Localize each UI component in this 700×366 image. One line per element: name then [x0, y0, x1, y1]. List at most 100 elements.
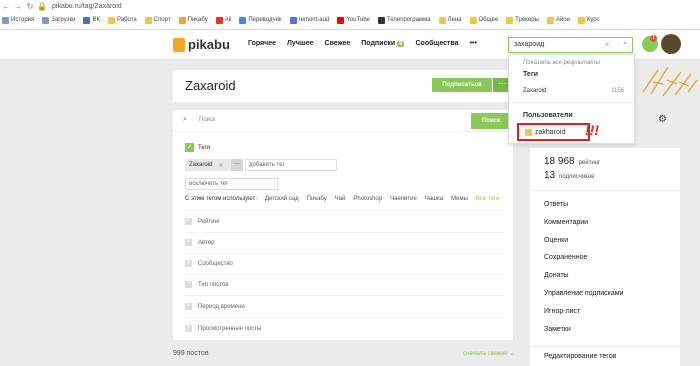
bookmark-icon: [2, 16, 9, 24]
more-menu-button[interactable]: •••: [470, 40, 477, 47]
plus-icon: +: [185, 218, 192, 225]
bookmark-item[interactable]: Переводчик: [239, 16, 282, 24]
filter-rating[interactable]: + Рейтинг: [185, 218, 220, 225]
reload-icon[interactable]: ↻: [24, 2, 36, 11]
filter-search-bar: ⌕ Поиск Поиск: [173, 110, 513, 132]
sort-dropdown[interactable]: сначала свежие ⌄: [463, 350, 514, 357]
related-tag[interactable]: Детский сад: [265, 196, 299, 202]
bookmark-item[interactable]: История: [2, 16, 35, 24]
related-tag[interactable]: Чаепитие: [390, 196, 417, 202]
pikabu-logo-icon: [173, 37, 185, 52]
bookmark-label: Переводчик: [248, 17, 282, 23]
divider: [530, 346, 680, 347]
menu-notes[interactable]: Заметки: [544, 326, 571, 333]
bookmark-item[interactable]: Лена: [438, 16, 462, 24]
filter-viewed[interactable]: + Просмотренные посты: [185, 325, 261, 332]
menu-answers[interactable]: Ответы: [544, 201, 568, 208]
pikabu-logo[interactable]: pikabu: [173, 37, 230, 52]
search-icon[interactable]: ⌕: [623, 40, 627, 48]
bookmark-label: Спорт: [153, 17, 171, 23]
related-tag[interactable]: Мемы: [451, 196, 468, 202]
gear-icon[interactable]: ⚙: [658, 114, 667, 125]
search-value: захароид: [514, 41, 545, 48]
tag-result[interactable]: Zaxaroid: [523, 88, 546, 94]
bookmark-item[interactable]: Айон: [546, 16, 570, 24]
bookmark-label: История: [11, 17, 35, 23]
bookmark-item[interactable]: YouTube: [337, 16, 370, 24]
menu-manage-subscriptions[interactable]: Управление подписками: [544, 290, 624, 297]
menu-saved[interactable]: Сохраненное: [544, 254, 587, 261]
show-all-results-link[interactable]: Показать все результаты: [523, 60, 600, 66]
all-tags-link[interactable]: Все теги: [476, 196, 500, 202]
add-tag-input[interactable]: добавить тег: [245, 159, 337, 171]
related-tag[interactable]: Пикабу: [307, 196, 327, 202]
bookmark-icon: [577, 16, 585, 24]
post-count: 999 постов: [173, 350, 209, 357]
filter-search-input[interactable]: Поиск: [199, 117, 216, 123]
bookmark-label: Пикабу: [187, 17, 208, 23]
bookmark-label: ВК: [92, 17, 100, 23]
related-tag[interactable]: Чашка: [425, 196, 443, 202]
tag-chip-menu[interactable]: ···: [231, 159, 243, 171]
bookmark-item[interactable]: Курс: [577, 16, 600, 24]
nav-subscriptions[interactable]: Подписки 8: [361, 40, 405, 47]
menu-edit-tags[interactable]: Редактирование тегов: [544, 353, 616, 360]
nav-communities[interactable]: Сообщества: [415, 40, 458, 47]
address-bar-row: ← → ↻ 🔒 pikabu.ru/tag/Zaxaroid: [0, 0, 700, 13]
lock-icon: 🔒: [37, 2, 47, 11]
bookmark-item[interactable]: Телепрограмма: [377, 16, 431, 24]
avatar[interactable]: [661, 34, 681, 54]
logo-text: pikabu: [188, 37, 230, 52]
annotation-marks: !!!: [585, 122, 599, 138]
filter-post-type[interactable]: + Тип постов: [185, 281, 228, 288]
clear-icon[interactable]: ✕: [604, 41, 610, 49]
bookmark-item[interactable]: Ali: [215, 16, 232, 24]
back-icon[interactable]: ←: [0, 2, 12, 11]
bookmark-label: Загрузки: [51, 17, 76, 23]
bookmark-icon: [377, 16, 385, 24]
menu-donations[interactable]: Донаты: [544, 272, 569, 279]
filter-author[interactable]: + Автор: [185, 239, 214, 246]
bookmark-item[interactable]: Спорт: [144, 16, 171, 24]
bookmark-label: Ali: [224, 17, 232, 23]
filter-search-button[interactable]: Поиск: [471, 113, 511, 129]
nav-best[interactable]: Лучшее: [287, 40, 314, 47]
divider: [185, 232, 503, 233]
related-tag[interactable]: Photoshop: [353, 196, 382, 202]
bookmark-item[interactable]: Пикабу: [178, 16, 208, 24]
bookmark-item[interactable]: remont-aud: [289, 16, 329, 24]
bookmark-item[interactable]: Работа: [107, 16, 137, 24]
menu-ratings[interactable]: Оценки: [544, 237, 568, 244]
filter-label: Просмотренные посты: [198, 325, 262, 332]
forward-icon[interactable]: →: [12, 2, 24, 11]
nav-subscriptions-label: Подписки: [361, 40, 396, 47]
menu-comments[interactable]: Комментарии: [544, 219, 588, 226]
filter-label: Рейтинг: [198, 218, 221, 225]
nav-fresh[interactable]: Свежее: [325, 40, 351, 47]
bookmark-item[interactable]: Загрузки: [42, 16, 76, 24]
nav-hot[interactable]: Горячее: [248, 40, 276, 47]
rating-value: 18 968: [544, 156, 575, 167]
exclude-tag-input[interactable]: исключить тег: [185, 178, 278, 190]
url-field[interactable]: pikabu.ru/tag/Zaxaroid: [52, 3, 122, 10]
bookmark-icon: [337, 16, 345, 24]
close-icon[interactable]: ✕: [218, 162, 223, 169]
divider: [509, 102, 634, 103]
bookmark-item[interactable]: Общее: [469, 16, 498, 24]
tags-checkbox[interactable]: ✓ Теги: [185, 143, 210, 152]
decoration-leaves: [642, 66, 698, 97]
filter-period[interactable]: + Период времени: [185, 303, 245, 310]
rating-stat: 18 968 рейтинг: [544, 156, 600, 167]
subscribe-button[interactable]: Подписаться: [432, 78, 492, 92]
users-section-title: Пользователи: [523, 112, 573, 119]
filter-community[interactable]: + Сообщество: [185, 260, 233, 267]
menu-ignore-list[interactable]: Игнор-лист: [544, 308, 580, 315]
user-result[interactable]: zakharoid: [517, 123, 590, 141]
site-search-input[interactable]: захароид ✕ ⌕: [508, 37, 633, 53]
bookmark-item[interactable]: Трекеры: [506, 16, 539, 24]
bookmark-item[interactable]: ВК: [83, 16, 100, 24]
related-tag[interactable]: Чай: [335, 196, 346, 202]
bookmark-icon: [215, 16, 223, 24]
bookmark-label: Телепрограмма: [386, 17, 431, 23]
browser-chrome: ← → ↻ 🔒 pikabu.ru/tag/Zaxaroid История За…: [0, 0, 700, 30]
